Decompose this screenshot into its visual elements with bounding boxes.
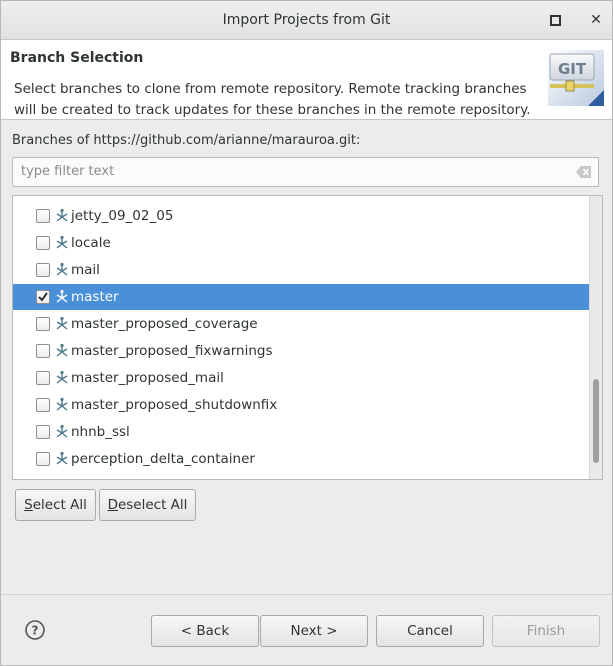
wizard-header: Branch Selection Select branches to clon…: [1, 40, 612, 120]
branch-icon: [56, 235, 68, 249]
branch-name: locale: [71, 235, 111, 251]
close-button[interactable]: ✕: [586, 10, 606, 30]
branch-row[interactable]: mail: [13, 257, 589, 283]
cancel-button[interactable]: Cancel: [376, 615, 484, 647]
svg-text:?: ?: [32, 624, 39, 638]
close-icon: ✕: [590, 12, 602, 28]
page-title: Branch Selection: [10, 50, 144, 66]
branch-icon: [56, 343, 68, 357]
branch-checkbox[interactable]: [36, 371, 50, 385]
branch-name: master_proposed_fixwarnings: [71, 343, 273, 359]
branch-name: perception_delta_container: [71, 451, 255, 467]
maximize-button[interactable]: [545, 10, 565, 30]
branch-checkbox[interactable]: [36, 452, 50, 466]
branch-icon: [56, 208, 68, 222]
branch-name: master_proposed_coverage: [71, 316, 258, 332]
branch-icon: [56, 424, 68, 438]
branch-icon: [56, 289, 68, 303]
filter-box: [12, 157, 599, 187]
branch-icon: [56, 397, 68, 411]
branch-checkbox[interactable]: [36, 209, 50, 223]
dialog-window: Import Projects from Git ✕ Branch Select…: [0, 0, 613, 666]
vertical-scrollbar[interactable]: [589, 196, 602, 479]
branch-checkbox[interactable]: [36, 317, 50, 331]
title-bar[interactable]: Import Projects from Git ✕: [1, 1, 612, 40]
branch-name: nhnb_ssl: [71, 424, 130, 440]
svg-text:GIT: GIT: [558, 60, 587, 78]
filter-input[interactable]: [21, 164, 561, 179]
back-button[interactable]: < Back: [151, 615, 259, 647]
git-logo-icon: GIT: [548, 50, 604, 106]
branch-row[interactable]: master_proposed_coverage: [13, 311, 589, 337]
branch-row[interactable]: nhnb_ssl: [13, 419, 589, 445]
finish-button[interactable]: Finish: [492, 615, 600, 647]
branch-row[interactable]: master_proposed_fixwarnings: [13, 338, 589, 364]
branch-checkbox[interactable]: [36, 425, 50, 439]
branch-checkbox[interactable]: [36, 263, 50, 277]
branch-name: master_proposed_shutdownfix: [71, 397, 278, 413]
page-description: Select branches to clone from remote rep…: [14, 81, 531, 118]
branch-name: master: [71, 289, 119, 305]
branch-checkbox[interactable]: [36, 290, 50, 304]
branch-row[interactable]: master_proposed_mail: [13, 365, 589, 391]
branch-row[interactable]: master: [13, 284, 589, 310]
maximize-icon: [549, 15, 561, 26]
branch-row[interactable]: jetty_09_02_05: [13, 203, 589, 229]
branch-name: master_proposed_mail: [71, 370, 224, 386]
branch-checkbox[interactable]: [36, 344, 50, 358]
footer-separator: [1, 594, 612, 595]
branch-row[interactable]: locale: [13, 230, 589, 256]
branch-icon: [56, 316, 68, 330]
branch-list[interactable]: jetty_09_02_05locale mail master master_pro…: [12, 195, 603, 480]
branch-checkbox[interactable]: [36, 398, 50, 412]
branch-row[interactable]: perception_delta_container: [13, 446, 589, 472]
deselect-all-button[interactable]: Deselect All: [99, 489, 196, 521]
branch-icon: [56, 451, 68, 465]
branch-checkbox[interactable]: [36, 236, 50, 250]
help-icon[interactable]: ?: [25, 620, 45, 640]
clear-filter-icon[interactable]: [576, 165, 592, 179]
window-title: Import Projects from Git: [222, 12, 391, 28]
branch-name: mail: [71, 262, 100, 278]
branches-label: Branches of https://github.com/arianne/m…: [12, 133, 361, 148]
branch-name: jetty_09_02_05: [71, 208, 174, 224]
select-all-button[interactable]: Select All: [15, 489, 96, 521]
scrollbar-thumb[interactable]: [593, 379, 599, 463]
branch-row[interactable]: master_proposed_shutdownfix: [13, 392, 589, 418]
next-button[interactable]: Next >: [260, 615, 368, 647]
branch-icon: [56, 262, 68, 276]
branch-icon: [56, 370, 68, 384]
